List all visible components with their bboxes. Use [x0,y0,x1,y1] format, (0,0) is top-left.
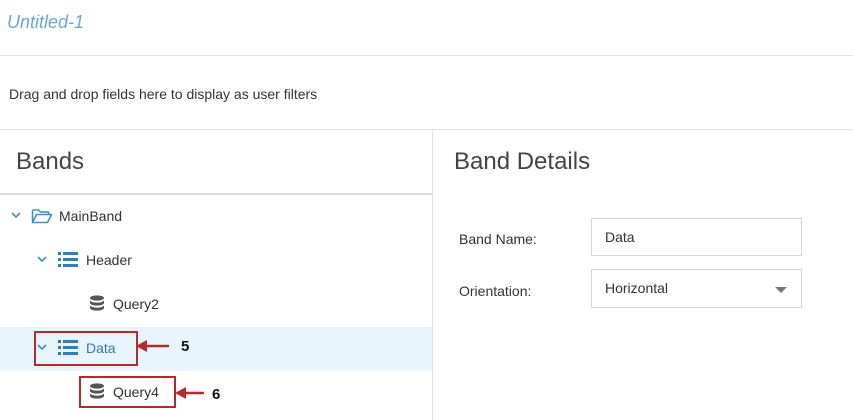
database-icon [90,295,104,311]
band-name-label: Band Name: [459,231,537,247]
callout-box-data [34,331,138,366]
tree-node-label: Query2 [113,296,159,312]
bands-title: Bands [16,148,85,175]
tree-node-label: Header [86,252,132,268]
title-bar: Untitled-1 [0,0,853,56]
user-filter-drop-zone[interactable]: Drag and drop fields here to display as … [0,56,853,130]
callout-arrow-icon [136,340,169,352]
callout-number-5: 5 [181,338,190,355]
tree-node-label: MainBand [59,208,123,224]
chevron-down-icon[interactable] [10,209,22,221]
orientation-select[interactable]: Horizontal [591,269,802,308]
orientation-label: Orientation: [459,283,532,299]
band-details-title: Band Details [454,148,591,175]
tree-node-query2[interactable]: Query2 [0,283,432,327]
folder-open-icon [31,209,53,224]
callout-box-query4 [79,376,176,408]
tree-node-mainband[interactable]: MainBand [0,195,432,239]
orientation-selected-value: Horizontal [605,280,669,296]
filter-drop-hint: Drag and drop fields here to display as … [9,86,318,102]
band-details-panel: Band Details Band Name: Data Orientation… [433,130,853,420]
bands-header: Bands [0,130,432,195]
chevron-down-icon[interactable] [36,253,48,265]
list-icon [58,252,78,267]
band-name-field[interactable]: Data [591,218,802,256]
document-title[interactable]: Untitled-1 [7,12,84,33]
callout-number-6: 6 [212,386,221,403]
tree-node-header[interactable]: Header [0,239,432,283]
callout-arrow-icon [175,387,204,399]
dropdown-caret-icon[interactable] [775,287,787,293]
bands-panel: Bands MainBand Header Query2 Data Query4 [0,130,433,420]
